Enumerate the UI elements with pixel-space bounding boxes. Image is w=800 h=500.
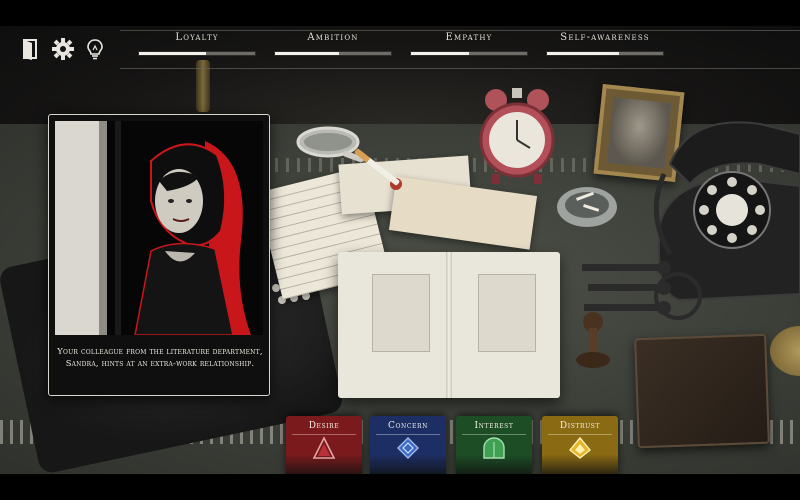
magnifying-glass bbox=[296, 124, 366, 168]
category-divider bbox=[376, 434, 440, 435]
stat-empathy: Empathy bbox=[410, 32, 528, 60]
stat-bar-fill bbox=[275, 52, 339, 55]
letterbox-top bbox=[0, 0, 800, 26]
stat-label: Loyalty bbox=[175, 32, 219, 43]
open-dossier-folder[interactable] bbox=[338, 252, 560, 398]
category-label: Concern bbox=[388, 421, 428, 431]
stat-bar-fill bbox=[411, 52, 469, 55]
category-card-interest[interactable]: Interest bbox=[456, 416, 532, 480]
category-divider bbox=[292, 434, 356, 435]
concern-emblem-icon bbox=[397, 437, 419, 459]
gear-icon[interactable] bbox=[52, 38, 74, 60]
category-label: Interest bbox=[474, 421, 514, 431]
stat-bar bbox=[546, 51, 664, 56]
alarm-clock bbox=[476, 86, 558, 186]
dossier-slot-right[interactable] bbox=[478, 274, 536, 352]
ashtray bbox=[556, 184, 618, 230]
stat-label: Self-awareness bbox=[560, 32, 650, 43]
letterbox-bottom bbox=[0, 474, 800, 500]
category-card-concern[interactable]: Concern bbox=[370, 416, 446, 480]
rubber-stamp bbox=[574, 310, 612, 370]
stat-bar bbox=[274, 51, 392, 56]
distrust-emblem-icon bbox=[569, 436, 591, 459]
leather-notebook bbox=[634, 333, 770, 449]
category-divider bbox=[462, 434, 526, 435]
category-card-distrust[interactable]: Distrust bbox=[542, 416, 618, 480]
category-label: Distrust bbox=[559, 421, 601, 431]
hud-divider-bottom bbox=[120, 68, 800, 69]
story-card-text: Your colleague from the literature depar… bbox=[57, 346, 263, 368]
interest-emblem-icon bbox=[483, 437, 505, 459]
stat-bar bbox=[138, 51, 256, 56]
stat-label: Ambition bbox=[307, 32, 359, 43]
stat-label: Empathy bbox=[445, 32, 493, 43]
folder-spine bbox=[446, 252, 452, 398]
stat-bar bbox=[410, 51, 528, 56]
story-card[interactable]: Your colleague from the literature depar… bbox=[48, 114, 270, 396]
lightbulb-icon[interactable] bbox=[84, 38, 106, 60]
category-card-desire[interactable]: Desire bbox=[286, 416, 362, 480]
door-exit-icon[interactable] bbox=[20, 38, 42, 60]
character-portrait bbox=[55, 121, 263, 335]
category-label: Desire bbox=[308, 421, 340, 431]
desire-emblem-icon bbox=[312, 436, 336, 459]
stat-bar-fill bbox=[547, 52, 619, 55]
stat-loyalty: Loyalty bbox=[138, 32, 256, 60]
category-divider bbox=[548, 434, 612, 435]
game-scene: Loyalty Ambition Empathy Self-awareness bbox=[0, 0, 800, 500]
hud-divider-top bbox=[120, 30, 800, 31]
hud-bar: Loyalty Ambition Empathy Self-awareness bbox=[0, 26, 800, 70]
stat-self-awareness: Self-awareness bbox=[546, 32, 664, 60]
stat-bar-fill bbox=[139, 52, 207, 55]
stat-ambition: Ambition bbox=[274, 32, 392, 60]
dossier-slot-left[interactable] bbox=[372, 274, 430, 352]
